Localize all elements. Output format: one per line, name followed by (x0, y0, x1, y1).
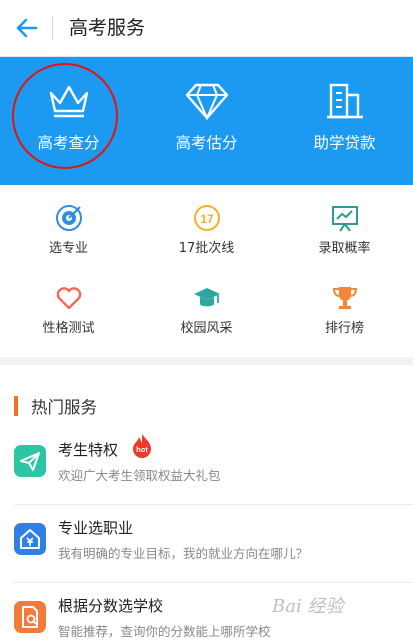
hero-item-score-estimate[interactable]: 高考估分 (138, 57, 275, 185)
grid-item-admission-rate[interactable]: 录取概率 (276, 185, 413, 267)
service-item-school-by-score[interactable]: 根据分数选学校 智能推荐，查询你的分数能上哪所学校 (0, 585, 413, 644)
svg-text:hot: hot (136, 445, 148, 454)
svg-text:17: 17 (200, 212, 214, 226)
grid-item-label: 性格测试 (42, 321, 95, 336)
page-title: 高考服务 (69, 17, 146, 39)
grid-item-label: 排行榜 (324, 321, 364, 336)
service-item-major-to-career[interactable]: 专业选职业 我有明确的专业目标，我的就业方向在哪儿？ (0, 507, 413, 583)
hero-item-label: 高考查分 (37, 134, 100, 152)
grid-item-ranking[interactable]: 排行榜 (276, 265, 413, 347)
target-icon (55, 205, 82, 231)
grid-item-campus-style[interactable]: 校园风采 (138, 265, 275, 347)
service-title: 专业选职业 (58, 519, 134, 537)
grid-item-label: 录取概率 (318, 241, 371, 256)
service-title: 考生特权 (58, 441, 119, 459)
grid-item-batch-line[interactable]: 17 17批次线 (138, 185, 275, 267)
heart-icon (56, 287, 81, 310)
service-subtitle: 欢迎广大考生领取权益大礼包 (58, 468, 221, 483)
hero-item-score-query[interactable]: 高考查分 (0, 57, 137, 185)
service-item-candidate-privilege[interactable]: 考生特权 hot 欢迎广大考生领取权益大礼包 (0, 429, 413, 505)
hero-item-label: 高考估分 (175, 134, 238, 152)
service-subtitle: 我有明确的专业目标，我的就业方向在哪儿？ (58, 546, 309, 561)
building-icon (326, 83, 363, 119)
diamond-icon (185, 83, 228, 121)
graduation-cap-icon (193, 288, 220, 307)
batch-17-icon: 17 (193, 205, 220, 231)
section-title: 热门服务 (31, 398, 97, 417)
header-divider (52, 16, 53, 40)
paper-plane-icon (14, 445, 46, 477)
feature-grid: 选专业 17 17批次线 录取概率 性格测试 校园风采 排行榜 (0, 185, 413, 357)
grid-item-choose-major[interactable]: 选专业 (0, 185, 137, 267)
watermark: Bai 经验 (272, 596, 344, 617)
house-yuan-icon (14, 523, 46, 555)
hero-item-label: 助学贷款 (313, 134, 376, 152)
divider (14, 504, 413, 505)
grid-item-personality-test[interactable]: 性格测试 (0, 265, 137, 347)
service-subtitle: 智能推荐，查询你的分数能上哪所学校 (58, 624, 271, 639)
crown-icon (49, 85, 88, 118)
grid-item-label: 校园风采 (180, 321, 233, 336)
grid-item-label: 17批次线 (178, 241, 235, 256)
hero-item-student-loan[interactable]: 助学贷款 (276, 57, 413, 185)
document-search-icon (14, 601, 46, 633)
trophy-icon (332, 287, 357, 309)
service-title: 根据分数选学校 (58, 597, 164, 615)
chart-board-icon (331, 206, 358, 232)
app-header: 高考服务 (0, 0, 413, 57)
grid-item-label: 选专业 (48, 241, 88, 256)
section-accent-bar (14, 396, 18, 416)
back-button[interactable] (14, 14, 40, 42)
hero-panel: 高考查分 高考估分 助学贷款 (0, 57, 413, 185)
hot-services-section: 热门服务 考生特权 hot 欢迎广大考生领取权益大礼包 专业选职业 我有明确的专… (0, 365, 413, 644)
divider (14, 582, 413, 583)
arrow-left-icon (16, 18, 38, 38)
hot-badge: hot (131, 433, 153, 459)
